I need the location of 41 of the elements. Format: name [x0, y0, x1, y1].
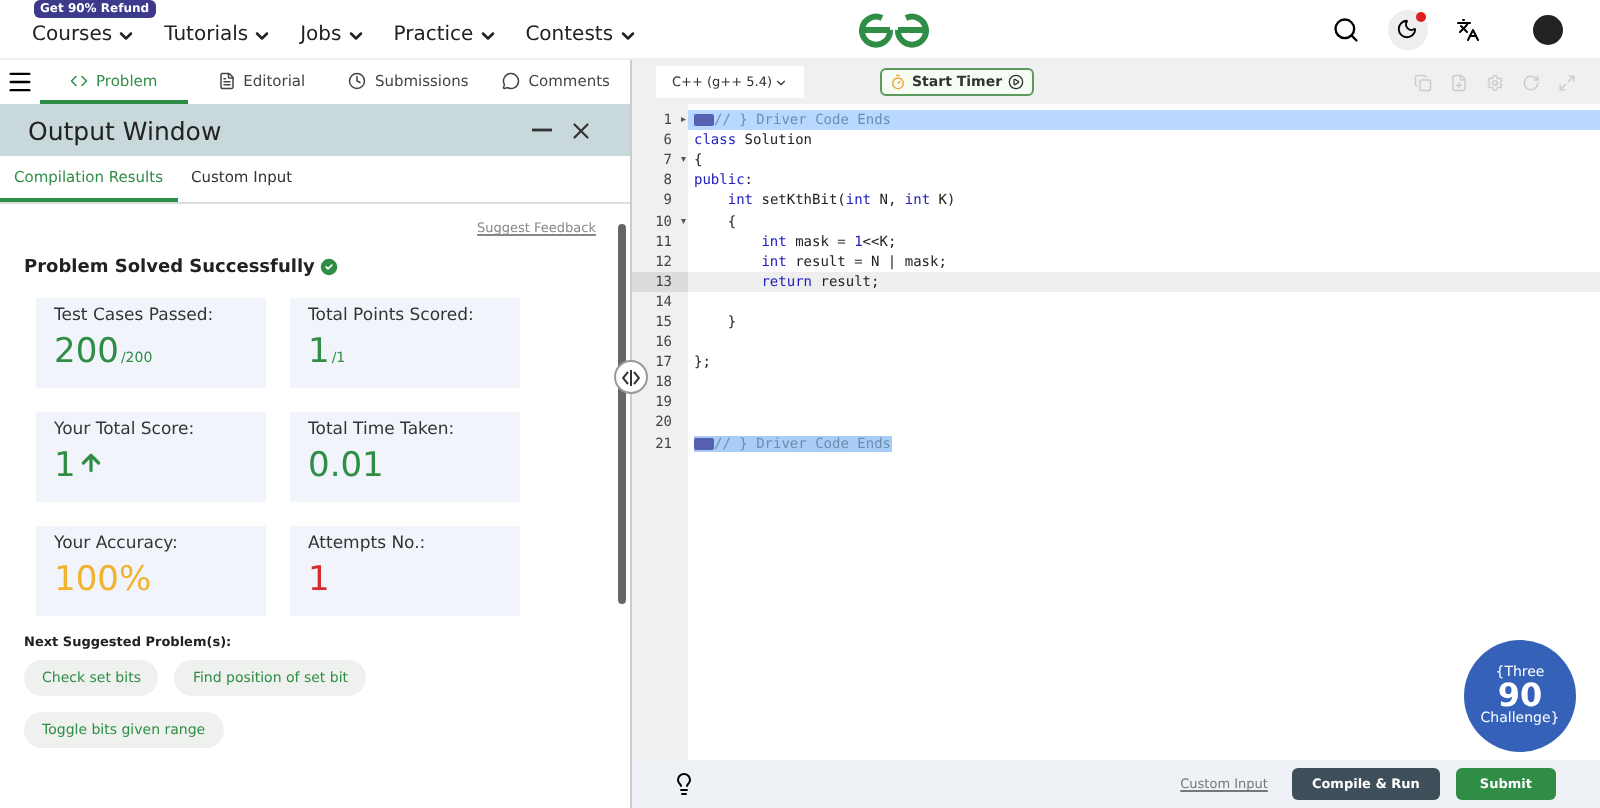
document-icon: [217, 71, 236, 89]
close-icon: [568, 117, 594, 143]
nav-menu[interactable]: Tutorials: [164, 24, 273, 46]
lightbulb-icon[interactable]: [672, 772, 696, 796]
caret-icon: [774, 75, 788, 89]
output-window-title: Output Window: [28, 115, 224, 145]
chat-icon: [502, 71, 521, 89]
folded-code-icon[interactable]: [694, 437, 714, 450]
search-icon[interactable]: [1331, 15, 1360, 43]
stat-value: 200: [54, 332, 119, 372]
code-icon: [70, 71, 89, 89]
nav-menu[interactable]: Practice: [393, 24, 498, 46]
stat-label: Attempts No.:: [308, 534, 428, 554]
stat-value: 0.01: [308, 446, 384, 486]
stat-label: Total Points Scored:: [308, 306, 476, 326]
scrollbar[interactable]: [618, 224, 626, 604]
folded-code-icon[interactable]: [694, 114, 714, 127]
dark-mode-toggle[interactable]: [1387, 9, 1428, 49]
resize-arrows-icon: [622, 369, 640, 385]
stat-value: 1: [308, 332, 330, 372]
avatar-icon[interactable]: [1527, 9, 1568, 49]
stat-label: Test Cases Passed:: [54, 306, 216, 326]
timer-icon: [890, 74, 906, 90]
stat-label: Your Accuracy:: [54, 534, 180, 554]
stat-label: Your Total Score:: [54, 420, 197, 440]
moon-icon: [1396, 18, 1419, 40]
check-icon: [318, 256, 341, 278]
stat-value: 1: [54, 446, 76, 486]
menu-icon: [6, 68, 34, 96]
stat-label: Total Time Taken:: [308, 420, 457, 440]
minimize-icon: [532, 128, 552, 132]
stat-value: 1: [308, 560, 330, 600]
logo-icon[interactable]: [856, 9, 933, 49]
translate-icon[interactable]: [1455, 17, 1480, 41]
play-icon: [1008, 74, 1025, 90]
stat-value: 100%: [54, 560, 152, 600]
nav-menu[interactable]: Contests: [525, 24, 638, 46]
nav-menu[interactable]: Jobs: [300, 24, 366, 46]
status-message: Problem Solved Successfully: [24, 257, 315, 277]
nav-menu[interactable]: Courses: [32, 24, 137, 46]
clock-icon: [348, 71, 367, 89]
